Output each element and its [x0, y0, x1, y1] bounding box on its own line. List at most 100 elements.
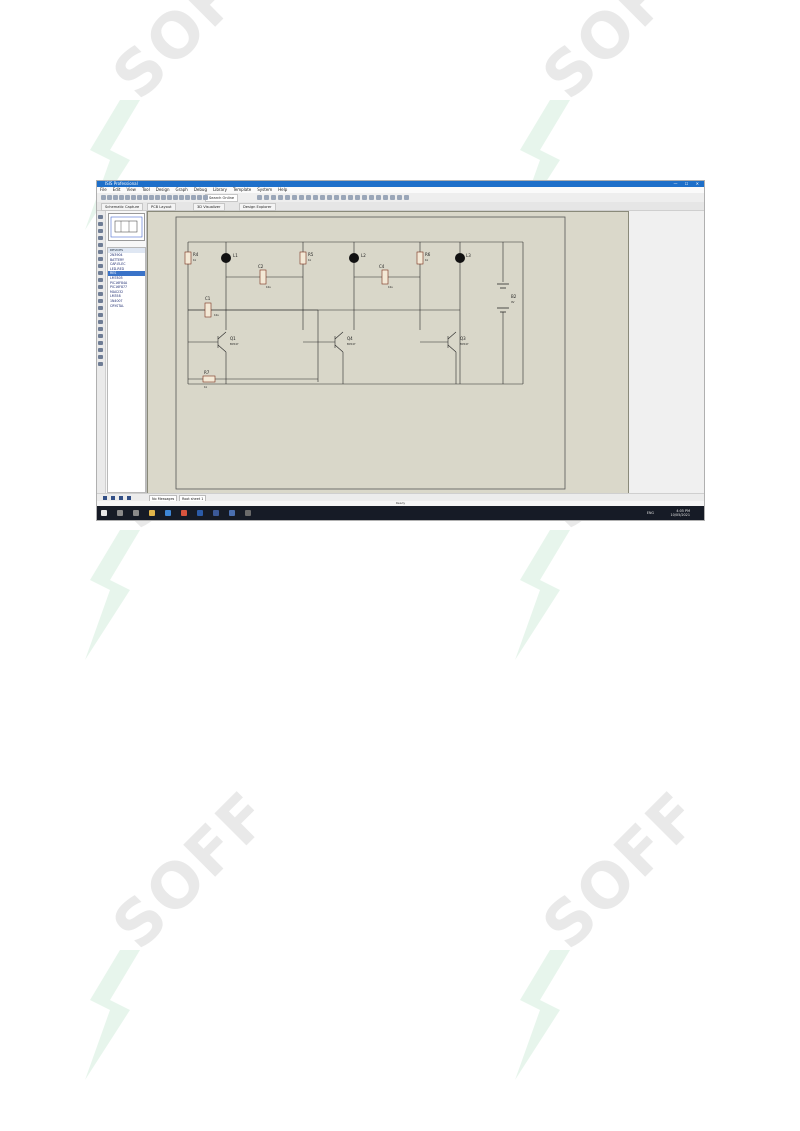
mode-tool-icon[interactable]	[98, 215, 103, 219]
toolbar-button-icon[interactable]	[348, 195, 353, 200]
watermark-soff: SOFF	[510, 777, 770, 1080]
toolbar-button-icon[interactable]	[125, 195, 130, 200]
toolbar-button-icon[interactable]	[404, 195, 409, 200]
label-r7: R7	[204, 370, 210, 375]
toolbar-button-icon[interactable]	[149, 195, 154, 200]
toolbar-button-icon[interactable]	[167, 195, 172, 200]
word-icon[interactable]	[197, 510, 203, 516]
windows-start-icon[interactable]	[101, 510, 107, 516]
toolbar-button-icon[interactable]	[313, 195, 318, 200]
toolbar-button-icon[interactable]	[362, 195, 367, 200]
mode-toolbar	[97, 211, 106, 493]
overview-preview[interactable]	[108, 213, 145, 241]
stop-button[interactable]	[127, 496, 131, 500]
toolbar-button-icon[interactable]	[179, 195, 184, 200]
toolbar-button-icon[interactable]	[376, 195, 381, 200]
mode-tool-icon[interactable]	[98, 257, 103, 261]
toolbar-button-icon[interactable]	[327, 195, 332, 200]
task-view-icon[interactable]	[133, 510, 139, 516]
label-q1: Q1	[230, 336, 236, 341]
mode-tool-icon[interactable]	[98, 222, 103, 226]
mode-tool-icon[interactable]	[98, 278, 103, 282]
mode-tool-icon[interactable]	[98, 348, 103, 352]
isis-icon[interactable]	[229, 510, 235, 516]
schematic-canvas[interactable]: R4 1k R5 1k R6 1k R7 1k L1 L2 L3 C1 10u …	[148, 212, 628, 494]
toolbar-button-icon[interactable]	[383, 195, 388, 200]
toolbar-button-icon[interactable]	[143, 195, 148, 200]
store-icon[interactable]	[165, 510, 171, 516]
toolbar-button-icon[interactable]	[155, 195, 160, 200]
mode-tool-icon[interactable]	[98, 334, 103, 338]
chrome-icon[interactable]	[181, 510, 187, 516]
explorer-icon[interactable]	[149, 510, 155, 516]
mode-tool-icon[interactable]	[98, 299, 103, 303]
toolbar-button-icon[interactable]	[173, 195, 178, 200]
toolbar-button-icon[interactable]	[197, 195, 202, 200]
mode-tool-icon[interactable]	[98, 313, 103, 317]
toolbar-button-icon[interactable]	[113, 195, 118, 200]
toolbar-button-icon[interactable]	[390, 195, 395, 200]
toolbar-button-icon[interactable]	[369, 195, 374, 200]
toolbar-button-icon[interactable]	[137, 195, 142, 200]
toolbar-button-icon[interactable]	[131, 195, 136, 200]
toolbar-button-icon[interactable]	[397, 195, 402, 200]
value-r7: 1k	[204, 385, 208, 389]
mode-tool-icon[interactable]	[98, 306, 103, 310]
value-q4: BC547	[347, 342, 356, 346]
mode-tool-icon[interactable]	[98, 236, 103, 240]
device-list-item[interactable]: CRYSTAL	[108, 304, 145, 309]
play-button[interactable]	[103, 496, 107, 500]
value-b2: 9V	[511, 300, 515, 304]
mail-icon[interactable]	[245, 510, 251, 516]
clock[interactable]: 4:05 PM 10/05/2021	[670, 509, 690, 517]
device-list[interactable]: DEVICES 2N3904 BATTERY CAP-ELEC LED-RED RES L…	[107, 247, 146, 493]
toolbar-button-icon[interactable]	[271, 195, 276, 200]
pause-button[interactable]	[119, 496, 123, 500]
tab-item[interactable]: Design Explorer	[239, 203, 276, 211]
toolbar-button-icon[interactable]	[355, 195, 360, 200]
mode-tool-icon[interactable]	[98, 292, 103, 296]
toolbar-button-icon[interactable]	[285, 195, 290, 200]
mode-tool-icon[interactable]	[98, 285, 103, 289]
tab-item[interactable]: Schematic Capture	[101, 203, 144, 211]
value-q1: BC547	[230, 342, 239, 346]
toolbar-button-icon[interactable]	[334, 195, 339, 200]
toolbar-button-icon[interactable]	[161, 195, 166, 200]
mode-tool-icon[interactable]	[98, 362, 103, 366]
toolbar-button-icon[interactable]	[257, 195, 262, 200]
mode-tool-icon[interactable]	[98, 327, 103, 331]
language-indicator[interactable]: ENG	[647, 511, 654, 515]
tab-item[interactable]: PCB Layout	[147, 203, 176, 211]
toolbar-button-icon[interactable]	[107, 195, 112, 200]
toolbar-button-icon[interactable]	[101, 195, 106, 200]
windows-taskbar: ENG 4:05 PM 10/05/2021	[97, 506, 704, 520]
watermark-text: SOFF	[528, 776, 715, 963]
mode-tool-icon[interactable]	[98, 355, 103, 359]
editing-window[interactable]: R4 1k R5 1k R6 1k R7 1k L1 L2 L3 C1 10u …	[147, 211, 629, 495]
toolbar-button-icon[interactable]	[264, 195, 269, 200]
toolbar-button-icon[interactable]	[278, 195, 283, 200]
toolbar-button-icon[interactable]	[203, 195, 208, 200]
toolbar-button-icon[interactable]	[119, 195, 124, 200]
mode-tool-icon[interactable]	[98, 341, 103, 345]
toolbar-button-icon[interactable]	[306, 195, 311, 200]
mode-tool-icon[interactable]	[98, 264, 103, 268]
toolbar-button-icon[interactable]	[320, 195, 325, 200]
mode-tool-icon[interactable]	[98, 271, 103, 275]
watermark-text: SOFF	[98, 776, 285, 963]
tab-item[interactable]: 3D Visualizer	[193, 203, 225, 211]
mode-tool-icon[interactable]	[98, 229, 103, 233]
mode-tool-icon[interactable]	[98, 320, 103, 324]
toolbar-button-icon[interactable]	[299, 195, 304, 200]
mode-tool-icon[interactable]	[98, 250, 103, 254]
search-input[interactable]: Search Online	[205, 194, 239, 202]
toolbar-button-icon[interactable]	[185, 195, 190, 200]
facebook-icon[interactable]	[213, 510, 219, 516]
clock-date: 10/05/2021	[670, 513, 690, 517]
toolbar-button-icon[interactable]	[292, 195, 297, 200]
search-icon[interactable]	[117, 510, 123, 516]
step-button[interactable]	[111, 496, 115, 500]
toolbar-button-icon[interactable]	[191, 195, 196, 200]
toolbar-button-icon[interactable]	[341, 195, 346, 200]
mode-tool-icon[interactable]	[98, 243, 103, 247]
